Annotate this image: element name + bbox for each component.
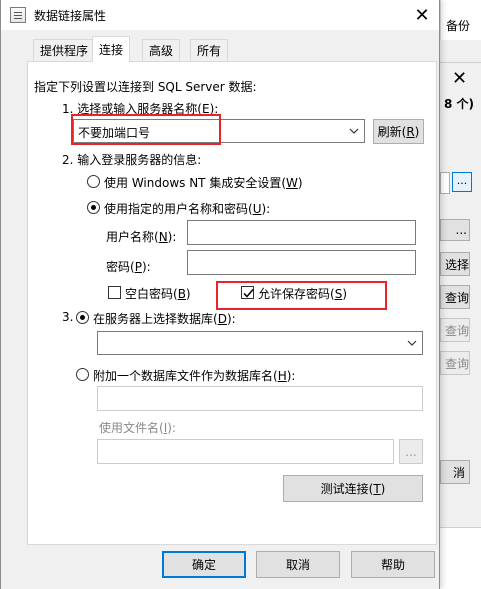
background-browse-button[interactable]: ... bbox=[452, 172, 472, 192]
windows-nt-label: 使用 Windows NT 集成安全设置(W) bbox=[104, 176, 303, 190]
background-button-1[interactable]: ... bbox=[440, 219, 470, 241]
background-backup-label: 备份 bbox=[446, 19, 471, 33]
title-bar: 数据链接属性 ✕ bbox=[1, 0, 439, 30]
attach-database-input[interactable] bbox=[97, 386, 423, 411]
background-close-icon[interactable]: ✕ bbox=[452, 70, 467, 88]
connection-panel: 指定下列设置以连接到 SQL Server 数据: 1. 选择或输入服务器名称(… bbox=[27, 61, 437, 545]
tab-advanced[interactable]: 高级 bbox=[142, 39, 181, 61]
browse-file-button[interactable]: ... bbox=[399, 439, 423, 464]
background-cancel-button[interactable]: 消 bbox=[440, 460, 470, 484]
tab-all[interactable]: 所有 bbox=[190, 39, 229, 61]
password-input[interactable] bbox=[187, 250, 416, 275]
background-field bbox=[440, 172, 450, 194]
specific-user-radio[interactable] bbox=[87, 201, 100, 214]
intro-text: 指定下列设置以连接到 SQL Server 数据: bbox=[34, 80, 257, 94]
help-button[interactable]: 帮助 bbox=[351, 551, 435, 578]
tab-connection[interactable]: 连接 bbox=[92, 36, 131, 62]
step2-label: 2. 输入登录服务器的信息: bbox=[62, 153, 202, 167]
background-query-button-3[interactable]: 查询 bbox=[440, 351, 470, 375]
data-link-icon bbox=[10, 7, 26, 23]
dialog-client: 提供程序 连接 高级 所有 指定下列设置以连接到 SQL Server 数据: … bbox=[1, 30, 439, 589]
select-database-radio[interactable] bbox=[76, 311, 89, 324]
cancel-button[interactable]: 取消 bbox=[256, 551, 340, 578]
username-input[interactable] bbox=[187, 220, 416, 245]
attach-file-label: 附加一个数据库文件作为数据库名(H): bbox=[93, 369, 296, 383]
username-label: 用户名称(N): bbox=[106, 230, 177, 244]
annotation-box-save-password bbox=[216, 281, 387, 310]
blank-password-checkbox[interactable] bbox=[108, 286, 121, 299]
blank-password-label: 空白密码(B) bbox=[125, 287, 191, 301]
step3-number: 3. bbox=[62, 310, 74, 324]
select-database-label: 在服务器上选择数据库(D): bbox=[93, 312, 236, 326]
dialog-title: 数据链接属性 bbox=[34, 8, 107, 23]
ok-button[interactable]: 确定 bbox=[162, 551, 246, 578]
data-link-properties-dialog: 数据链接属性 ✕ 提供程序 连接 高级 所有 指定下列设置以连接到 SQL Se… bbox=[0, 0, 440, 589]
tab-provider[interactable]: 提供程序 bbox=[33, 39, 96, 61]
specific-user-label: 使用指定的用户名称和密码(U): bbox=[104, 202, 271, 216]
password-label: 密码(P): bbox=[106, 260, 151, 274]
close-icon[interactable]: ✕ bbox=[405, 0, 439, 30]
attach-file-radio[interactable] bbox=[76, 368, 89, 381]
background-query-button-1[interactable]: 查询 bbox=[440, 285, 470, 309]
database-combo[interactable] bbox=[97, 331, 423, 355]
background-select-button[interactable]: 选择 bbox=[440, 252, 470, 276]
filename-input[interactable] bbox=[97, 439, 394, 464]
refresh-button[interactable]: 刷新(R) bbox=[373, 119, 424, 144]
windows-nt-radio[interactable] bbox=[87, 175, 100, 188]
test-connection-button[interactable]: 测试连接(T) bbox=[283, 475, 423, 502]
chevron-down-icon[interactable] bbox=[406, 337, 418, 349]
use-filename-label: 使用文件名(I): bbox=[99, 421, 176, 435]
background-query-button-2[interactable]: 查询 bbox=[440, 318, 470, 342]
annotation-box-server bbox=[71, 114, 221, 145]
chevron-down-icon[interactable] bbox=[348, 125, 360, 137]
background-count-label: 8 个) bbox=[444, 97, 475, 111]
